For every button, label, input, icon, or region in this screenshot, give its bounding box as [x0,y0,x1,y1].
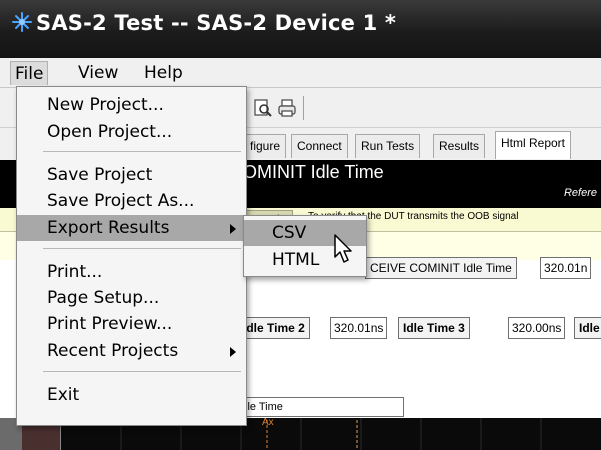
menu-item-label: HTML [272,250,320,270]
menu-bar: File View Help [0,58,601,88]
idle-time-4-label: Idle [574,317,601,339]
menu-item-print[interactable]: Print... [17,259,246,285]
menu-item-save-project[interactable]: Save Project [17,162,246,188]
file-menu: New Project... Open Project... Save Proj… [16,86,247,426]
menu-item-label: Print... [47,262,103,282]
report-reference: Refere [563,187,597,199]
submenu-arrow-icon [230,224,236,234]
mouse-pointer-icon [334,234,352,263]
menu-item-label: Save Project [47,165,153,185]
menu-item-label: Print Preview... [47,314,173,334]
tab-run-tests[interactable]: Run Tests [355,134,421,158]
menu-separator [43,151,241,152]
plot-label: lle Time [238,397,404,417]
printer-icon[interactable] [276,97,298,119]
menu-view[interactable]: View [74,61,122,85]
result-label: CEIVE COMINIT Idle Time [365,257,517,279]
menu-item-label: Recent Projects [47,341,179,361]
idle-time-3-value: 320.00ns [508,317,566,339]
menu-item-label: Export Results [47,218,170,238]
tab-results[interactable]: Results [433,134,486,158]
sparkle-app-icon [12,12,32,32]
menu-item-label: Page Setup... [47,288,160,308]
toolbar-separator [303,96,304,120]
menu-item-label: New Project... [47,95,164,115]
menu-separator [43,248,241,249]
window-title: SAS-2 Test -- SAS-2 Device 1 * [36,11,397,35]
idle-time-2-label: Idle Time 2 [238,317,310,339]
tab-html-report[interactable]: Html Report [495,131,572,159]
menu-item-export-results[interactable]: Export Results [17,215,246,241]
print-preview-icon[interactable] [252,97,274,119]
menu-item-label: Exit [47,385,80,405]
idle-time-3-label: Idle Time 3 [398,317,470,339]
tab-configure[interactable]: figure [244,134,287,158]
menu-item-exit[interactable]: Exit [17,382,246,408]
menu-file[interactable]: File [10,61,49,85]
menu-item-recent-projects[interactable]: Recent Projects [17,338,246,364]
submenu-arrow-icon [230,347,236,357]
menu-item-new-project[interactable]: New Project... [17,92,246,118]
idle-time-2-value: 320.01ns [330,317,388,339]
menu-help[interactable]: Help [140,61,187,85]
menu-item-print-preview[interactable]: Print Preview... [17,311,246,337]
result-value: 320.01n [540,257,592,279]
menu-item-label: Save Project As... [47,191,195,211]
menu-item-save-project-as[interactable]: Save Project As... [17,188,246,214]
menu-item-label: Open Project... [47,122,173,142]
menu-item-label: CSV [272,223,307,243]
tab-connect[interactable]: Connect [291,134,348,158]
menu-separator [43,371,241,372]
menu-item-page-setup[interactable]: Page Setup... [17,285,246,311]
report-title: OMINIT Idle Time [243,162,384,182]
menu-item-open-project[interactable]: Open Project... [17,119,246,145]
cursor-marker-label: Ax [262,417,274,428]
window-titlebar[interactable]: SAS-2 Test -- SAS-2 Device 1 * [0,0,601,58]
